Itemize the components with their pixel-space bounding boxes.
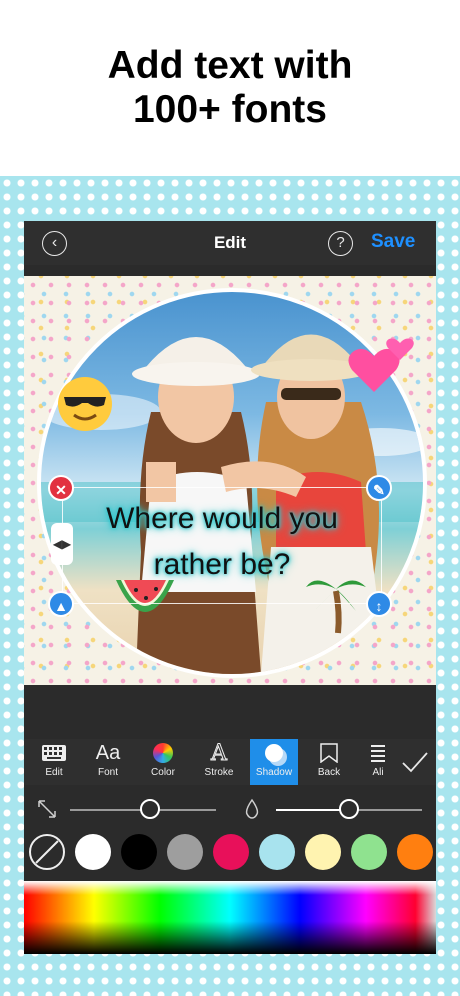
edit-pencil-icon[interactable]: ✎ <box>366 475 392 501</box>
text-layer-box[interactable]: Where would you rather be? <box>62 487 382 604</box>
app-screen: ‹ Edit ? Save Where would you rather be?… <box>24 221 436 954</box>
back-tag-icon <box>305 739 353 767</box>
tool-color[interactable]: Color <box>139 739 187 785</box>
distance-arrows-icon <box>38 800 56 818</box>
tool-back[interactable]: Back <box>305 739 353 785</box>
tool-label: Back <box>317 767 341 778</box>
tool-label: Ali <box>372 767 384 778</box>
overlay-text[interactable]: Where would you rather be? <box>63 496 381 588</box>
color-swatches <box>24 830 436 874</box>
opacity-drop-icon <box>245 798 259 819</box>
stroke-a-icon: A <box>211 740 228 766</box>
tool-align[interactable]: Ali <box>356 739 400 785</box>
shadow-sliders <box>24 789 436 829</box>
tool-label: Shadow <box>255 767 293 778</box>
flip-icon[interactable]: ▲ <box>48 591 74 617</box>
tool-label: Color <box>151 767 175 778</box>
tool-shadow[interactable]: Shadow <box>250 739 298 785</box>
no-color-icon <box>35 840 59 864</box>
color-swatch[interactable] <box>397 834 433 870</box>
save-button[interactable]: Save <box>371 231 415 253</box>
tool-label: Stroke <box>204 767 234 778</box>
side-stretch-handle[interactable]: ◀▶ <box>51 523 73 565</box>
promo-banner: Add text with 100+ fonts <box>0 0 460 176</box>
two-hearts-emoji-sticker[interactable] <box>346 338 416 396</box>
color-wheel-icon <box>139 739 187 767</box>
promo-headline: Add text with 100+ fonts <box>107 44 353 131</box>
checkmark-icon[interactable] <box>400 748 430 776</box>
color-swatch[interactable] <box>167 834 203 870</box>
font-aa-icon: Aa <box>95 741 121 764</box>
nav-bar: ‹ Edit ? Save <box>24 221 436 265</box>
color-swatch[interactable] <box>121 834 157 870</box>
align-icon <box>356 739 400 767</box>
color-swatch[interactable] <box>259 834 295 870</box>
sunglasses-emoji-sticker[interactable] <box>56 375 114 433</box>
tool-bar: Edit Aa Font Color A Stroke Shadow Back <box>24 739 436 785</box>
keyboard-icon <box>30 739 78 767</box>
help-icon[interactable]: ? <box>328 231 353 256</box>
tool-edit[interactable]: Edit <box>30 739 78 785</box>
spectrum-highlight <box>24 881 436 895</box>
opacity-slider-thumb[interactable] <box>339 799 359 819</box>
tool-stroke[interactable]: A Stroke <box>195 739 243 785</box>
color-swatch[interactable] <box>351 834 387 870</box>
color-swatch[interactable] <box>305 834 341 870</box>
tool-label: Edit <box>45 767 63 778</box>
tool-font[interactable]: Aa Font <box>84 739 132 785</box>
delete-layer-icon[interactable]: ✕ <box>48 475 74 501</box>
color-swatch[interactable] <box>213 834 249 870</box>
shadow-icon <box>250 739 298 767</box>
editor-canvas[interactable]: Where would you rather be? ✕ ✎ ▲ ↕ ◀▶ <box>24 276 436 685</box>
resize-arrows-icon[interactable]: ↕ <box>366 591 392 617</box>
distance-slider-thumb[interactable] <box>140 799 161 819</box>
tool-label: Font <box>97 767 118 778</box>
color-swatch[interactable] <box>75 834 111 870</box>
no-color-swatch[interactable] <box>29 834 65 870</box>
